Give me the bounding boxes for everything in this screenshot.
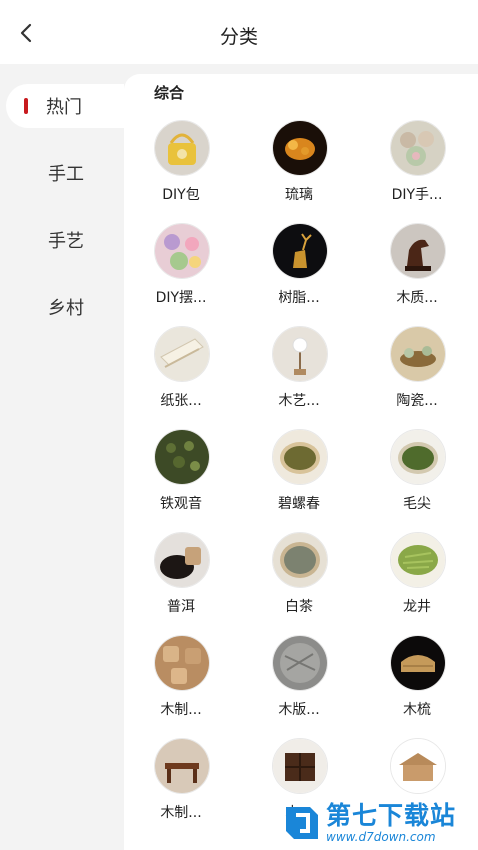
sidebar-item-craftsmanship[interactable]: 手艺 — [8, 218, 124, 262]
paper-scroll-image — [154, 326, 210, 382]
category-content: 综合 DIY包 琉璃 DIY手... DIY摆... 树脂... 木质... 纸… — [124, 74, 478, 850]
category-item[interactable]: 木梳 — [360, 635, 478, 738]
category-item[interactable]: DIY包 — [124, 120, 242, 223]
wood-decor-image — [272, 326, 328, 382]
category-item[interactable]: 毛尖 — [360, 429, 478, 532]
category-item[interactable]: 陶瓷... — [360, 326, 478, 429]
app-header: 分类 — [0, 0, 478, 64]
category-item[interactable]: 木艺... — [242, 326, 360, 429]
category-item[interactable]: 木版... — [242, 635, 360, 738]
category-item[interactable]: 铁观音 — [124, 429, 242, 532]
watermark-title: 第七下载站 — [326, 801, 457, 830]
sidebar-item-label: 手工 — [48, 164, 84, 185]
sidebar-item-countryside[interactable]: 乡村 — [8, 285, 124, 329]
biluochun-tea-image — [272, 429, 328, 485]
glass-art-image — [272, 120, 328, 176]
sidebar-item-label: 乡村 — [48, 298, 84, 319]
category-item[interactable]: DIY摆... — [124, 223, 242, 326]
category-sidebar: 热门 手工 手艺 乡村 — [0, 64, 124, 850]
wooden-horse-image — [390, 223, 446, 279]
category-grid: DIY包 琉璃 DIY手... DIY摆... 树脂... 木质... 纸张..… — [124, 120, 478, 841]
active-indicator — [24, 98, 28, 114]
sidebar-item-label: 手艺 — [48, 231, 84, 252]
handmade-flowers-image — [390, 120, 446, 176]
category-item[interactable]: DIY手... — [360, 120, 478, 223]
diy-ornaments-image — [154, 223, 210, 279]
wooden-furniture-image — [154, 738, 210, 794]
category-item[interactable]: 木制... — [124, 635, 242, 738]
wooden-molds-image — [154, 635, 210, 691]
wooden-box-image — [272, 738, 328, 794]
resin-deer-image — [272, 223, 328, 279]
wooden-building-image — [390, 738, 446, 794]
category-item[interactable]: 木质... — [360, 223, 478, 326]
knitted-bag-image — [154, 120, 210, 176]
woodblock-print-image — [272, 635, 328, 691]
category-item[interactable]: 木制... — [124, 738, 242, 841]
longjing-tea-image — [390, 532, 446, 588]
white-tea-image — [272, 532, 328, 588]
category-item[interactable]: 纸张... — [124, 326, 242, 429]
category-item[interactable]: 树脂... — [242, 223, 360, 326]
category-item[interactable]: 碧螺春 — [242, 429, 360, 532]
section-title: 综合 — [154, 84, 185, 102]
category-item[interactable]: 普洱 — [124, 532, 242, 635]
ceramic-teaset-image — [390, 326, 446, 382]
wooden-comb-image — [390, 635, 446, 691]
sidebar-item-label: 热门 — [46, 97, 82, 118]
sidebar-item-handcraft[interactable]: 手工 — [8, 151, 124, 195]
maojian-tea-image — [390, 429, 446, 485]
category-item[interactable]: 龙井 — [360, 532, 478, 635]
watermark: 第七下载站 www.d7down.com — [282, 796, 478, 850]
category-item[interactable]: 琉璃 — [242, 120, 360, 223]
tieguanyin-tea-image — [154, 429, 210, 485]
category-item[interactable]: 白茶 — [242, 532, 360, 635]
site-logo-icon — [286, 807, 318, 839]
page-title: 分类 — [219, 26, 258, 48]
puer-tea-image — [154, 532, 210, 588]
sidebar-item-hot[interactable]: 热门 — [6, 84, 124, 128]
watermark-url: www.d7down.com — [326, 830, 436, 844]
